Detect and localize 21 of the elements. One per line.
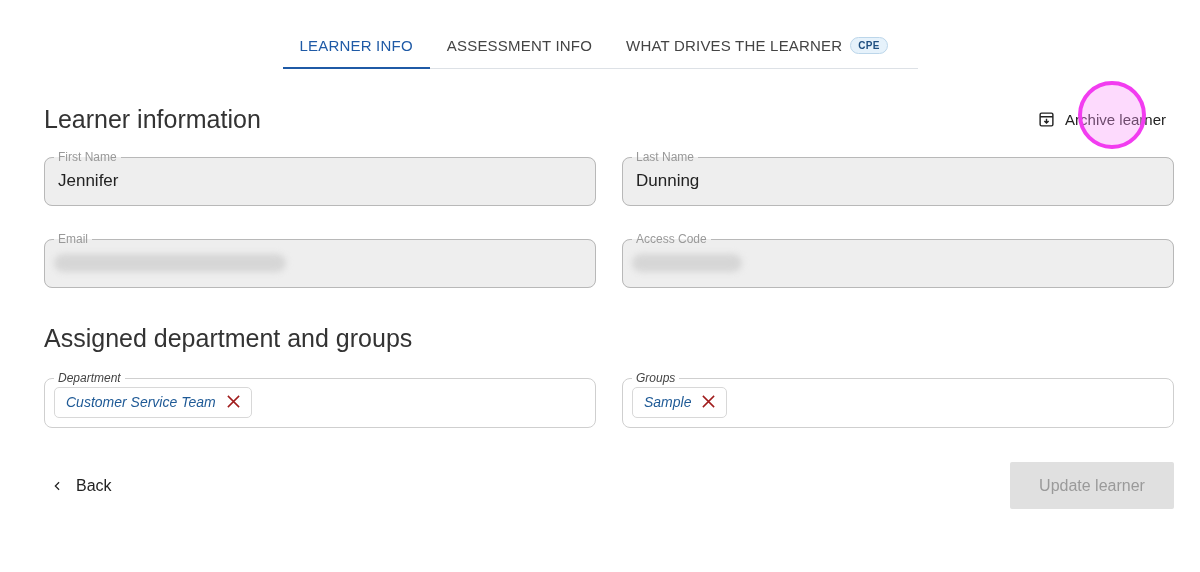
archive-box-icon bbox=[1038, 111, 1056, 128]
chevron-left-icon bbox=[52, 479, 62, 492]
section-heading: Learner information bbox=[44, 105, 261, 134]
field-label: Groups bbox=[635, 371, 677, 385]
field-label: Email bbox=[57, 232, 89, 246]
tab[interactable]: LEARNER INFO bbox=[282, 26, 430, 69]
field-label: Access Code bbox=[635, 232, 708, 246]
field-label: First Name bbox=[57, 150, 118, 164]
tab-badge: CPE bbox=[850, 37, 888, 54]
close-icon[interactable] bbox=[225, 394, 241, 409]
text-field[interactable]: Department Customer Service Team bbox=[44, 371, 596, 428]
tag-label: Customer Service Team bbox=[66, 393, 216, 410]
field-label: Last Name bbox=[635, 150, 696, 164]
back-button[interactable]: Back bbox=[44, 476, 112, 495]
close-icon[interactable] bbox=[701, 394, 717, 409]
section-heading: Assigned department and groups bbox=[44, 324, 413, 353]
tag-label: Sample bbox=[644, 393, 692, 410]
tab[interactable]: ASSESSMENT INFO bbox=[429, 26, 610, 69]
tab[interactable]: WHAT DRIVES THE LEARNER CPE bbox=[609, 26, 905, 69]
text-field[interactable]: Groups Sample bbox=[622, 371, 1174, 428]
field-label: Department bbox=[57, 371, 122, 385]
